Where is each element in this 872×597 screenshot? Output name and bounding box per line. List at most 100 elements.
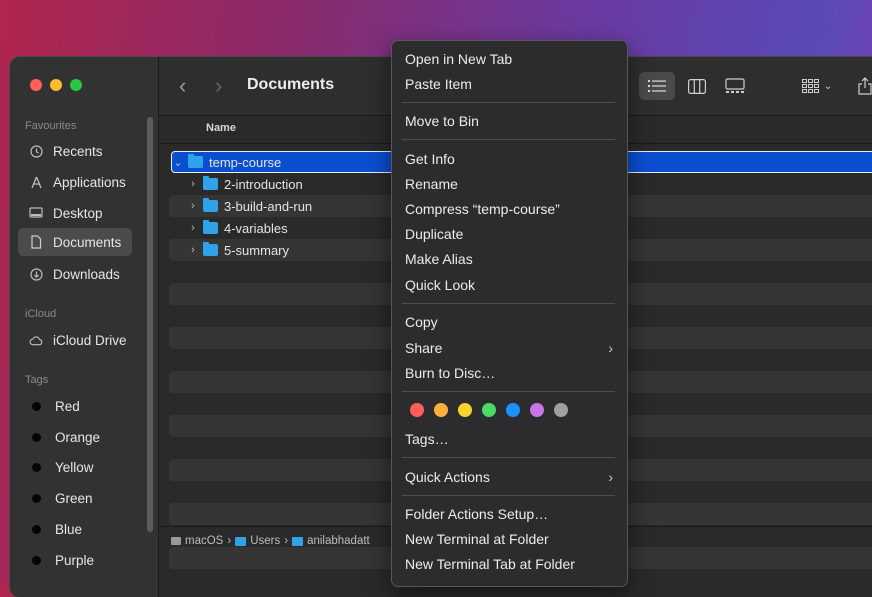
disk-icon (171, 537, 181, 545)
column-view-icon (688, 78, 706, 94)
sidebar-item-label: Documents (53, 234, 122, 250)
menu-separator (402, 495, 615, 496)
disclosure-closed-icon[interactable]: › (187, 222, 199, 234)
menu-item-burn[interactable]: Burn to Disc… (405, 363, 615, 383)
gallery-view-button[interactable] (719, 72, 751, 100)
folder-icon (203, 176, 218, 190)
tag-purple-swatch[interactable] (530, 403, 544, 417)
list-item[interactable]: › 5-summary (187, 239, 289, 261)
sidebar-item-desktop[interactable]: Desktop (18, 199, 132, 227)
folder-icon (188, 154, 203, 168)
sidebar-item-label: Green (55, 490, 93, 506)
tag-blue-swatch[interactable] (506, 403, 520, 417)
context-menu: Open in New Tab Paste Item Move to Bin G… (391, 40, 628, 587)
file-name: 2-introduction (224, 176, 303, 192)
sidebar-scrollbar[interactable] (147, 117, 153, 532)
list-view-icon (648, 80, 666, 92)
tag-green-swatch[interactable] (482, 403, 496, 417)
sidebar-item-tag-green[interactable]: Green (18, 484, 132, 512)
menu-item-paste-item[interactable]: Paste Item (405, 74, 615, 94)
close-button[interactable] (30, 79, 42, 91)
tag-dot-icon (32, 401, 41, 411)
download-icon (29, 267, 43, 281)
sidebar-item-label: Downloads (53, 266, 120, 282)
menu-item-new-terminal-tab[interactable]: New Terminal Tab at Folder (405, 554, 615, 574)
icloud-heading: iCloud (25, 308, 57, 320)
tag-red-swatch[interactable] (410, 403, 424, 417)
menu-item-rename[interactable]: Rename (405, 174, 615, 194)
back-icon[interactable]: ‹ (179, 75, 186, 97)
disclosure-open-icon[interactable]: ⌄ (172, 156, 184, 169)
tag-dot-icon (32, 493, 41, 503)
tags-heading: Tags (25, 374, 49, 386)
forward-icon[interactable]: › (215, 75, 222, 97)
menu-item-tags[interactable]: Tags… (405, 429, 615, 449)
menu-item-open-new-tab[interactable]: Open in New Tab (405, 49, 615, 69)
list-view-button[interactable] (639, 72, 675, 100)
path-separator: › (227, 535, 232, 547)
menu-separator (402, 303, 615, 304)
path-item[interactable]: macOS (185, 535, 223, 547)
disclosure-closed-icon[interactable]: › (187, 244, 199, 256)
menu-item-new-terminal[interactable]: New Terminal at Folder (405, 529, 615, 549)
menu-item-label: Share (405, 340, 443, 356)
file-name: 5-summary (224, 242, 290, 258)
gallery-view-icon (725, 78, 745, 93)
menu-item-get-info[interactable]: Get Info (405, 149, 615, 169)
menu-item-quick-look[interactable]: Quick Look (405, 275, 615, 295)
menu-separator (402, 102, 615, 103)
sidebar-item-tag-red[interactable]: Red (18, 392, 132, 420)
disclosure-closed-icon[interactable]: › (187, 178, 199, 190)
menu-item-share[interactable]: Share › (405, 338, 615, 358)
chevron-down-icon: ⌄ (823, 80, 833, 92)
sidebar-item-tag-yellow[interactable]: Yellow (18, 453, 132, 481)
sidebar-item-applications[interactable]: Applications (18, 168, 132, 196)
group-by-button[interactable]: ⌄ (795, 72, 839, 100)
zoom-button[interactable] (70, 79, 82, 91)
tag-grey-swatch[interactable] (554, 403, 568, 417)
sidebar-item-downloads[interactable]: Downloads (18, 260, 132, 288)
share-button[interactable] (853, 72, 872, 100)
chevron-right-icon: › (608, 469, 613, 485)
list-item[interactable]: › 2-introduction (187, 173, 303, 195)
menu-item-duplicate[interactable]: Duplicate (405, 224, 615, 244)
menu-item-make-alias[interactable]: Make Alias (405, 249, 615, 269)
tag-orange-swatch[interactable] (434, 403, 448, 417)
document-icon (29, 235, 43, 249)
column-header-name[interactable]: Name (206, 122, 236, 134)
sidebar-item-tag-orange[interactable]: Orange (18, 423, 132, 451)
sidebar-item-tag-blue[interactable]: Blue (18, 515, 132, 543)
sidebar-item-recents[interactable]: Recents (18, 137, 132, 165)
sidebar-item-tag-purple[interactable]: Purple (18, 546, 132, 574)
sidebar-item-label: Red (55, 398, 80, 414)
disclosure-closed-icon[interactable]: › (187, 200, 199, 212)
file-name: 4-variables (224, 220, 288, 236)
list-item[interactable]: › 4-variables (187, 217, 288, 239)
minimize-button[interactable] (50, 79, 62, 91)
sidebar-item-documents[interactable]: Documents (18, 228, 132, 256)
cloud-icon (29, 333, 43, 347)
folder-icon (235, 536, 247, 546)
sidebar-item-label: Recents (53, 143, 103, 159)
window-title: Documents (247, 76, 335, 93)
share-icon (858, 77, 872, 95)
sidebar-item-label: Applications (53, 174, 126, 190)
menu-item-folder-actions[interactable]: Folder Actions Setup… (405, 504, 615, 524)
sidebar-item-icloud-drive[interactable]: iCloud Drive (18, 326, 132, 354)
tag-dot-icon (32, 432, 41, 442)
path-item[interactable]: anilabhadatt (307, 535, 370, 547)
menu-item-move-to-bin[interactable]: Move to Bin (405, 111, 615, 131)
menu-item-quick-actions[interactable]: Quick Actions › (405, 467, 615, 487)
column-view-button[interactable] (681, 72, 713, 100)
tag-color-picker (410, 403, 568, 417)
sidebar-item-label: Purple (55, 552, 95, 568)
list-item[interactable]: › 3-build-and-run (187, 195, 312, 217)
file-name: 3-build-and-run (224, 198, 313, 214)
menu-item-compress[interactable]: Compress “temp-course” (405, 199, 615, 219)
folder-icon (292, 536, 304, 546)
path-item[interactable]: Users (250, 535, 280, 547)
menu-item-copy[interactable]: Copy (405, 312, 615, 332)
list-item[interactable]: ⌄ temp-course (172, 151, 281, 173)
clock-icon (29, 144, 43, 158)
tag-yellow-swatch[interactable] (458, 403, 472, 417)
